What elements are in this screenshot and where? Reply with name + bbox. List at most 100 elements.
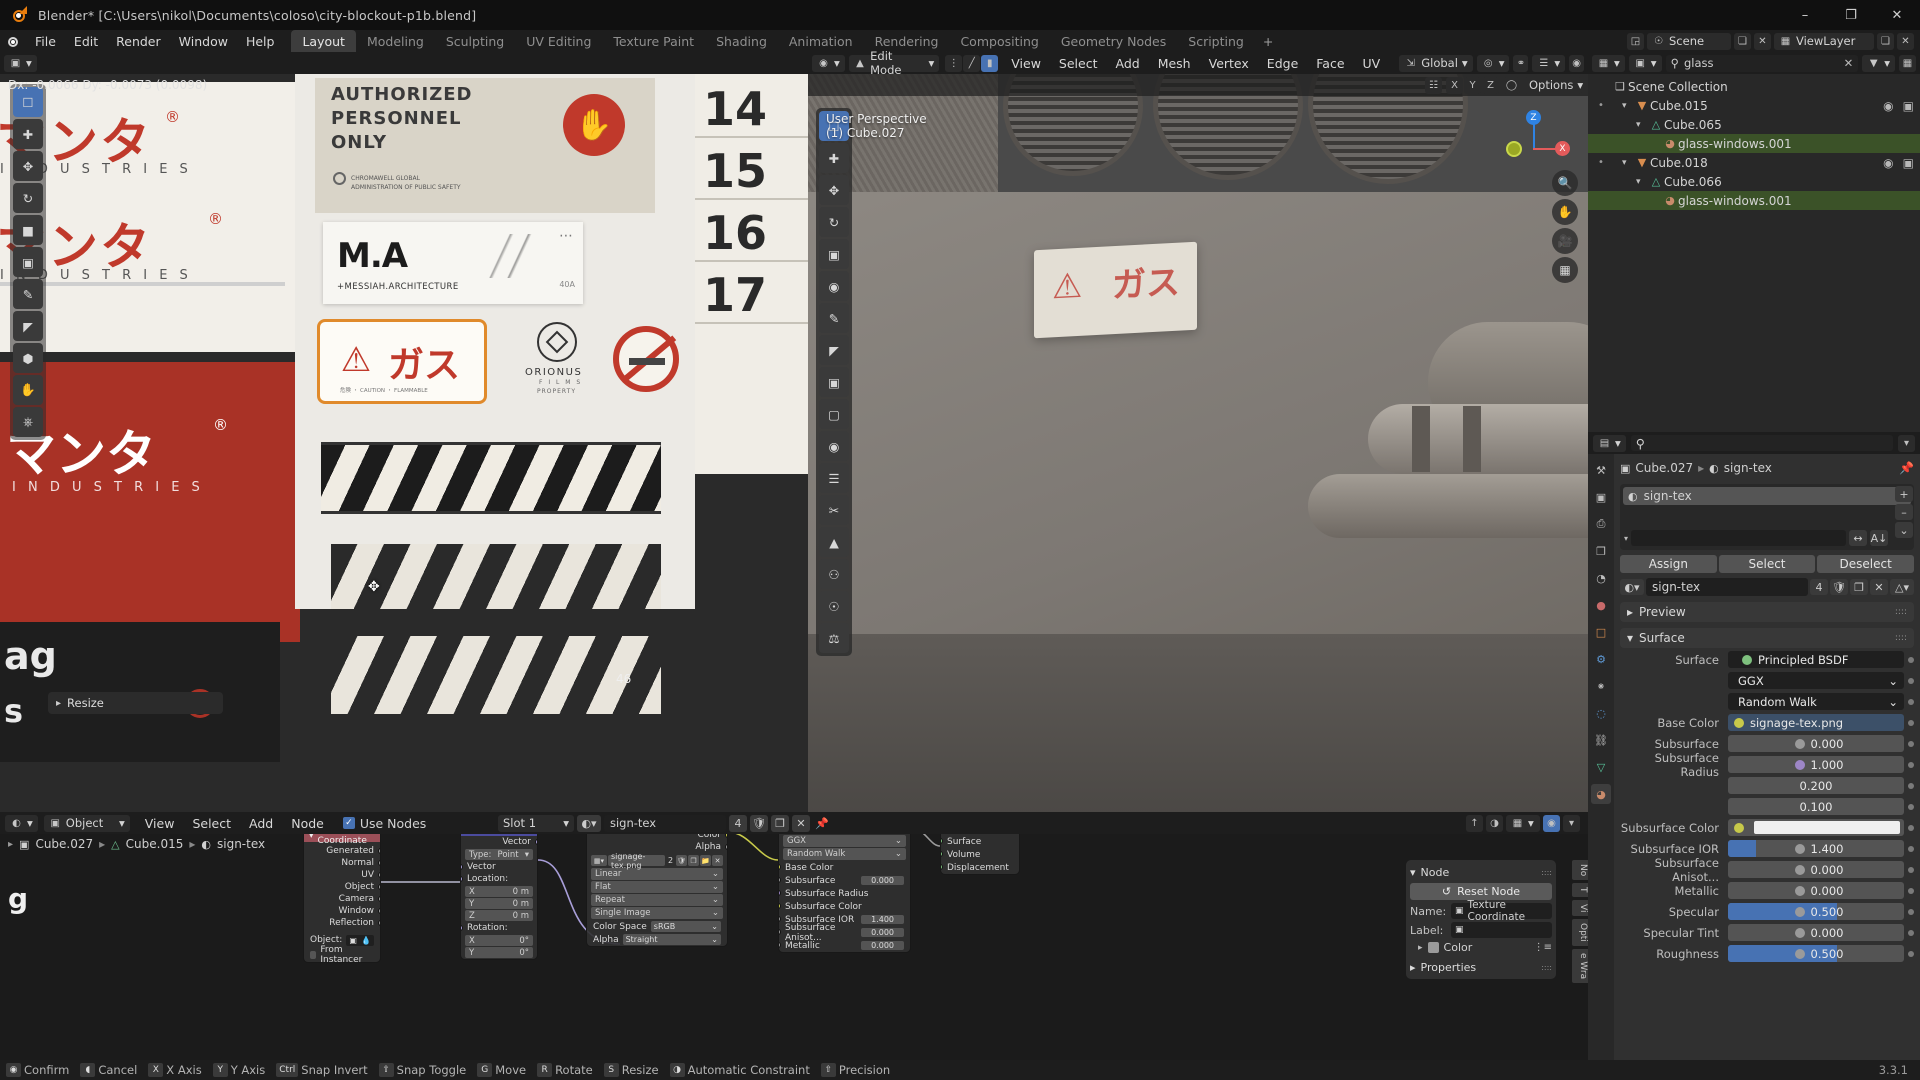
pan-icon[interactable]: ✋ [1552,199,1578,225]
node-image-users[interactable]: 2 [666,856,675,865]
property-animate-dot[interactable] [1908,929,1914,936]
add-workspace-button[interactable]: + [1255,30,1281,52]
snap-node-element-selector[interactable]: ▦ ▾ [1506,814,1540,832]
outliner-row-cube-065[interactable]: •▾△Cube.065 [1588,115,1920,134]
output-socket[interactable] [378,872,380,878]
face-select-mode-button[interactable]: ▮ [981,54,999,72]
panel-drag-handle[interactable]: :::: [1895,607,1907,617]
use-nodes-toggle[interactable]: ✓ Use Nodes [342,816,426,831]
property-animate-dot[interactable] [1908,740,1914,747]
node-location-z[interactable]: Z 0 m [465,910,533,921]
node-material-users-count[interactable]: 4 [729,814,747,832]
annotate-tool[interactable]: ✎ [13,279,43,309]
node-dropdown-repeat[interactable]: Repeat ⌄ [591,894,723,906]
output-socket[interactable] [378,896,380,902]
poly-build-tool[interactable]: ▲ [819,527,849,557]
prop-field[interactable]: Straight ⌄ [622,934,721,945]
clear-search-icon[interactable]: ✕ [1844,56,1854,70]
duplicate-material-button[interactable]: ❐ [771,814,789,832]
tool-icon[interactable]: ⚒ [1591,460,1611,480]
particles-icon[interactable]: ⁕ [1591,676,1611,696]
world-icon[interactable]: ● [1591,595,1611,615]
maximize-button[interactable]: ❐ [1828,0,1874,30]
output-icon[interactable]: ⎙ [1591,514,1611,534]
input-socket[interactable] [779,929,781,935]
bevel-tool[interactable]: ◉ [819,431,849,461]
preview-panel-header[interactable]: ▸ Preview :::: [1620,602,1914,622]
panel-drag-handle[interactable]: :::: [1541,963,1552,972]
breadcrumb-material[interactable]: sign-tex [1724,461,1772,475]
node-editor-type-icon[interactable]: ◐ ▾ [5,814,38,832]
render-icon[interactable]: ▣ [1591,487,1611,507]
remove-scene-button[interactable]: ✕ [1754,32,1771,50]
node-principled-bsdf[interactable]: ▾Principled BSDF BSDF GGX⌄Random Walk⌄ B… [778,834,911,953]
navigation-gizmo[interactable]: Z X [1500,110,1570,176]
chevron-down-icon[interactable]: ▾ [1622,158,1634,168]
shrink-fatten-tool[interactable]: ⚖ [819,623,849,653]
snap-to-surface-icon[interactable]: ◯ [1503,76,1520,94]
node-panel-header[interactable]: ▾ Node :::: [1410,864,1552,880]
grab-tool[interactable]: ✋ [13,375,43,405]
viewport-menu-uv[interactable]: UV [1354,56,1390,71]
gizmo-axis-x[interactable]: X [1555,141,1570,156]
outliner-search-input[interactable]: ⚲ glass ✕ [1665,54,1859,72]
extrude-tool[interactable]: ▣ [819,367,849,397]
property-animate-dot[interactable] [1908,950,1914,957]
measure-tool[interactable]: ◤ [13,311,43,341]
workspace-tab-texture-paint[interactable]: Texture Paint [602,30,705,52]
editor-type-selector[interactable]: ◉ ▾ [812,54,845,72]
outliner-filter-button[interactable]: ▼ ▾ [1862,54,1895,72]
node-mapping[interactable]: ▾Mapping Vector Type: Point ▾ Vector [460,834,538,960]
workspace-tab-uv-editing[interactable]: UV Editing [515,30,602,52]
scene-icon[interactable]: ◔ [1591,568,1611,588]
uv-editor-type-icon[interactable]: ▣ ▾ [4,54,37,72]
property-value[interactable]: 0.000 [1728,735,1904,752]
breadcrumb-object[interactable]: Cube.027 [1635,461,1693,475]
material-users-count[interactable]: 4 [1810,579,1828,595]
fake-user-button[interactable]: 🛡 [676,855,687,866]
input-socket[interactable] [941,864,943,870]
property-value[interactable]: Principled BSDF [1728,651,1904,668]
proportional-editing-selector[interactable]: ☰ ▾ [1532,54,1566,72]
node-location-y[interactable]: Y 0 m [465,898,533,909]
workspace-tab-layout[interactable]: Layout [291,30,356,52]
viewport-menu-face[interactable]: Face [1307,56,1353,71]
unlink-material-button[interactable]: ✕ [792,814,810,832]
node-color-swatch[interactable] [1427,942,1439,953]
gizmo-axis-y[interactable] [1506,141,1522,157]
chevron-down-icon[interactable]: ⌄ [1888,695,1904,709]
node-image-texture[interactable]: ▾signage-tex.png Color Alpha ▦▾ signage-… [586,834,728,947]
output-socket[interactable] [378,920,380,926]
chevron-down-icon[interactable]: ▾ [1636,177,1648,187]
outliner-new-collection-icon[interactable]: ▦ [1899,54,1916,72]
viewport-menu-vertex[interactable]: Vertex [1200,56,1258,71]
property-value[interactable]: 0.500 [1728,903,1904,920]
node-material-output[interactable]: ▾Material Output All▾ SurfaceVolumeDispl… [940,834,1020,875]
toggle-xray-icon[interactable]: ▦ [1552,257,1578,283]
property-animate-dot[interactable] [1908,698,1914,705]
input-socket[interactable] [779,864,781,870]
uv-sculpt-tool[interactable]: ⬢ [13,343,43,373]
viewport-menu-select[interactable]: Select [1050,56,1107,71]
property-value[interactable]: 0.000 [1728,882,1904,899]
reset-node-button[interactable]: ↺ Reset Node [1410,883,1552,900]
property-value[interactable]: 0.100 [1728,798,1904,815]
material-slot-selector[interactable]: Slot 1 ▾ [498,814,574,832]
cursor-tool[interactable]: ✚ [13,119,43,149]
node-menu-select[interactable]: Select [183,816,240,831]
spin-tool[interactable]: ⚇ [819,559,849,589]
outliner-display-mode-selector[interactable]: ▣ ▾ [1628,54,1662,72]
transform-tool[interactable]: ◉ [819,271,849,301]
node-label-input[interactable]: ▣ [1451,922,1552,938]
material-slot-list[interactable]: ◐ sign-tex ▾ ↔ A↓ + – ⌄ [1620,484,1914,550]
node-location-x[interactable]: X 0 m [465,886,533,897]
output-socket[interactable] [378,848,380,854]
scene-statistics-icon[interactable]: ◲ [1627,32,1644,50]
shading-preview-icon[interactable]: ◉ [1543,814,1560,832]
menu-window[interactable]: Window [170,30,237,52]
node-dropdown-linear[interactable]: Linear ⌄ [591,868,723,880]
property-animate-dot[interactable] [1908,761,1914,768]
material-filter-input[interactable] [1631,530,1846,546]
inset-faces-tool[interactable]: ▢ [819,399,849,429]
loop-cut-tool[interactable]: ☰ [819,463,849,493]
